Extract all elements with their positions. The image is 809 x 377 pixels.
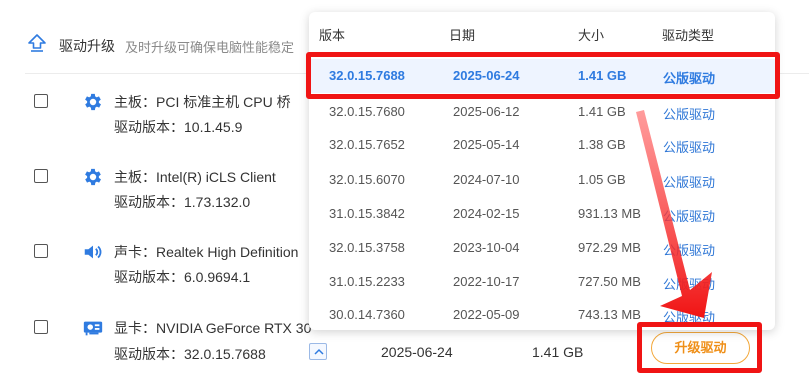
option-version: 31.0.15.3842 (329, 206, 405, 221)
option-type: 公版驱动 (663, 243, 716, 258)
option-date: 2024-07-10 (453, 172, 520, 187)
version-dropdown-toggle[interactable] (309, 343, 327, 360)
device-version: 驱动版本：32.0.15.7688 (114, 346, 266, 362)
option-size: 727.50 MB (578, 274, 641, 289)
option-date: 2022-10-17 (453, 274, 520, 289)
option-size: 1.41 GB (578, 104, 626, 119)
option-date: 2025-06-12 (453, 104, 520, 119)
driver-option[interactable]: 32.0.15.3758 2023-10-04 972.29 MB 公版驱动 (309, 231, 775, 265)
option-version: 31.0.15.2233 (329, 274, 405, 289)
device-checkbox[interactable] (34, 94, 48, 108)
speaker-icon (84, 245, 102, 259)
option-type: 公版驱动 (663, 209, 716, 224)
gear-icon (85, 93, 101, 111)
option-size: 1.38 GB (578, 137, 626, 152)
highlight-box-selected-version (306, 52, 780, 99)
current-driver-size: 1.41 GB (532, 344, 584, 360)
gear-icon (85, 168, 101, 186)
option-type: 公版驱动 (663, 140, 716, 155)
device-name: 主板：PCI 标准主机 CPU 桥 (114, 94, 291, 110)
option-size: 743.13 MB (578, 307, 641, 322)
option-type: 公版驱动 (663, 175, 716, 190)
dropdown-header: 版本 日期 大小 驱动类型 (309, 12, 775, 54)
device-version: 驱动版本：1.73.132.0 (114, 194, 251, 210)
option-version: 32.0.15.7652 (329, 137, 405, 152)
option-type: 公版驱动 (663, 277, 716, 292)
column-header-type: 驱动类型 (662, 28, 715, 43)
option-version: 30.0.14.7360 (329, 307, 405, 322)
option-version: 32.0.15.7680 (329, 104, 405, 119)
device-checkbox[interactable] (34, 320, 48, 334)
option-date: 2022-05-09 (453, 307, 520, 322)
option-size: 972.29 MB (578, 240, 641, 255)
section-subtitle: 及时升级可确保电脑性能稳定 (125, 40, 295, 55)
option-version: 32.0.15.6070 (329, 172, 405, 187)
device-checkbox[interactable] (34, 169, 48, 183)
option-size: 931.13 MB (578, 206, 641, 221)
device-name: 主板：Intel(R) iCLS Client (114, 169, 276, 185)
current-driver-date: 2025-06-24 (381, 344, 453, 360)
device-name: 显卡：NVIDIA GeForce RTX 30 (114, 320, 312, 336)
driver-option[interactable]: 32.0.15.6070 2024-07-10 1.05 GB 公版驱动 (309, 163, 775, 197)
device-version: 驱动版本：10.1.45.9 (114, 119, 243, 135)
option-date: 2024-02-15 (453, 206, 520, 221)
device-name: 声卡：Realtek High Definition (114, 244, 299, 260)
driver-option[interactable]: 32.0.15.7652 2025-05-14 1.38 GB 公版驱动 (309, 128, 775, 162)
device-version: 驱动版本：6.0.9694.1 (114, 269, 251, 285)
option-date: 2025-05-14 (453, 137, 520, 152)
chevron-up-icon (314, 348, 324, 355)
driver-option[interactable]: 32.0.15.7680 2025-06-12 1.41 GB 公版驱动 (309, 95, 775, 129)
option-size: 1.05 GB (578, 172, 626, 187)
option-date: 2023-10-04 (453, 240, 520, 255)
highlight-box-upgrade-button (637, 322, 762, 373)
driver-option[interactable]: 31.0.15.2233 2022-10-17 727.50 MB 公版驱动 (309, 265, 775, 299)
option-type: 公版驱动 (663, 107, 716, 122)
column-header-date: 日期 (449, 28, 476, 43)
gpu-card-icon (83, 321, 103, 336)
device-checkbox[interactable] (34, 244, 48, 258)
option-version: 32.0.15.3758 (329, 240, 405, 255)
upgrade-arrow-icon (28, 34, 46, 52)
driver-option[interactable]: 31.0.15.3842 2024-02-15 931.13 MB 公版驱动 (309, 197, 775, 231)
section-title: 驱动升级 (59, 38, 115, 54)
column-header-size: 大小 (578, 28, 605, 43)
column-header-version: 版本 (319, 28, 346, 43)
